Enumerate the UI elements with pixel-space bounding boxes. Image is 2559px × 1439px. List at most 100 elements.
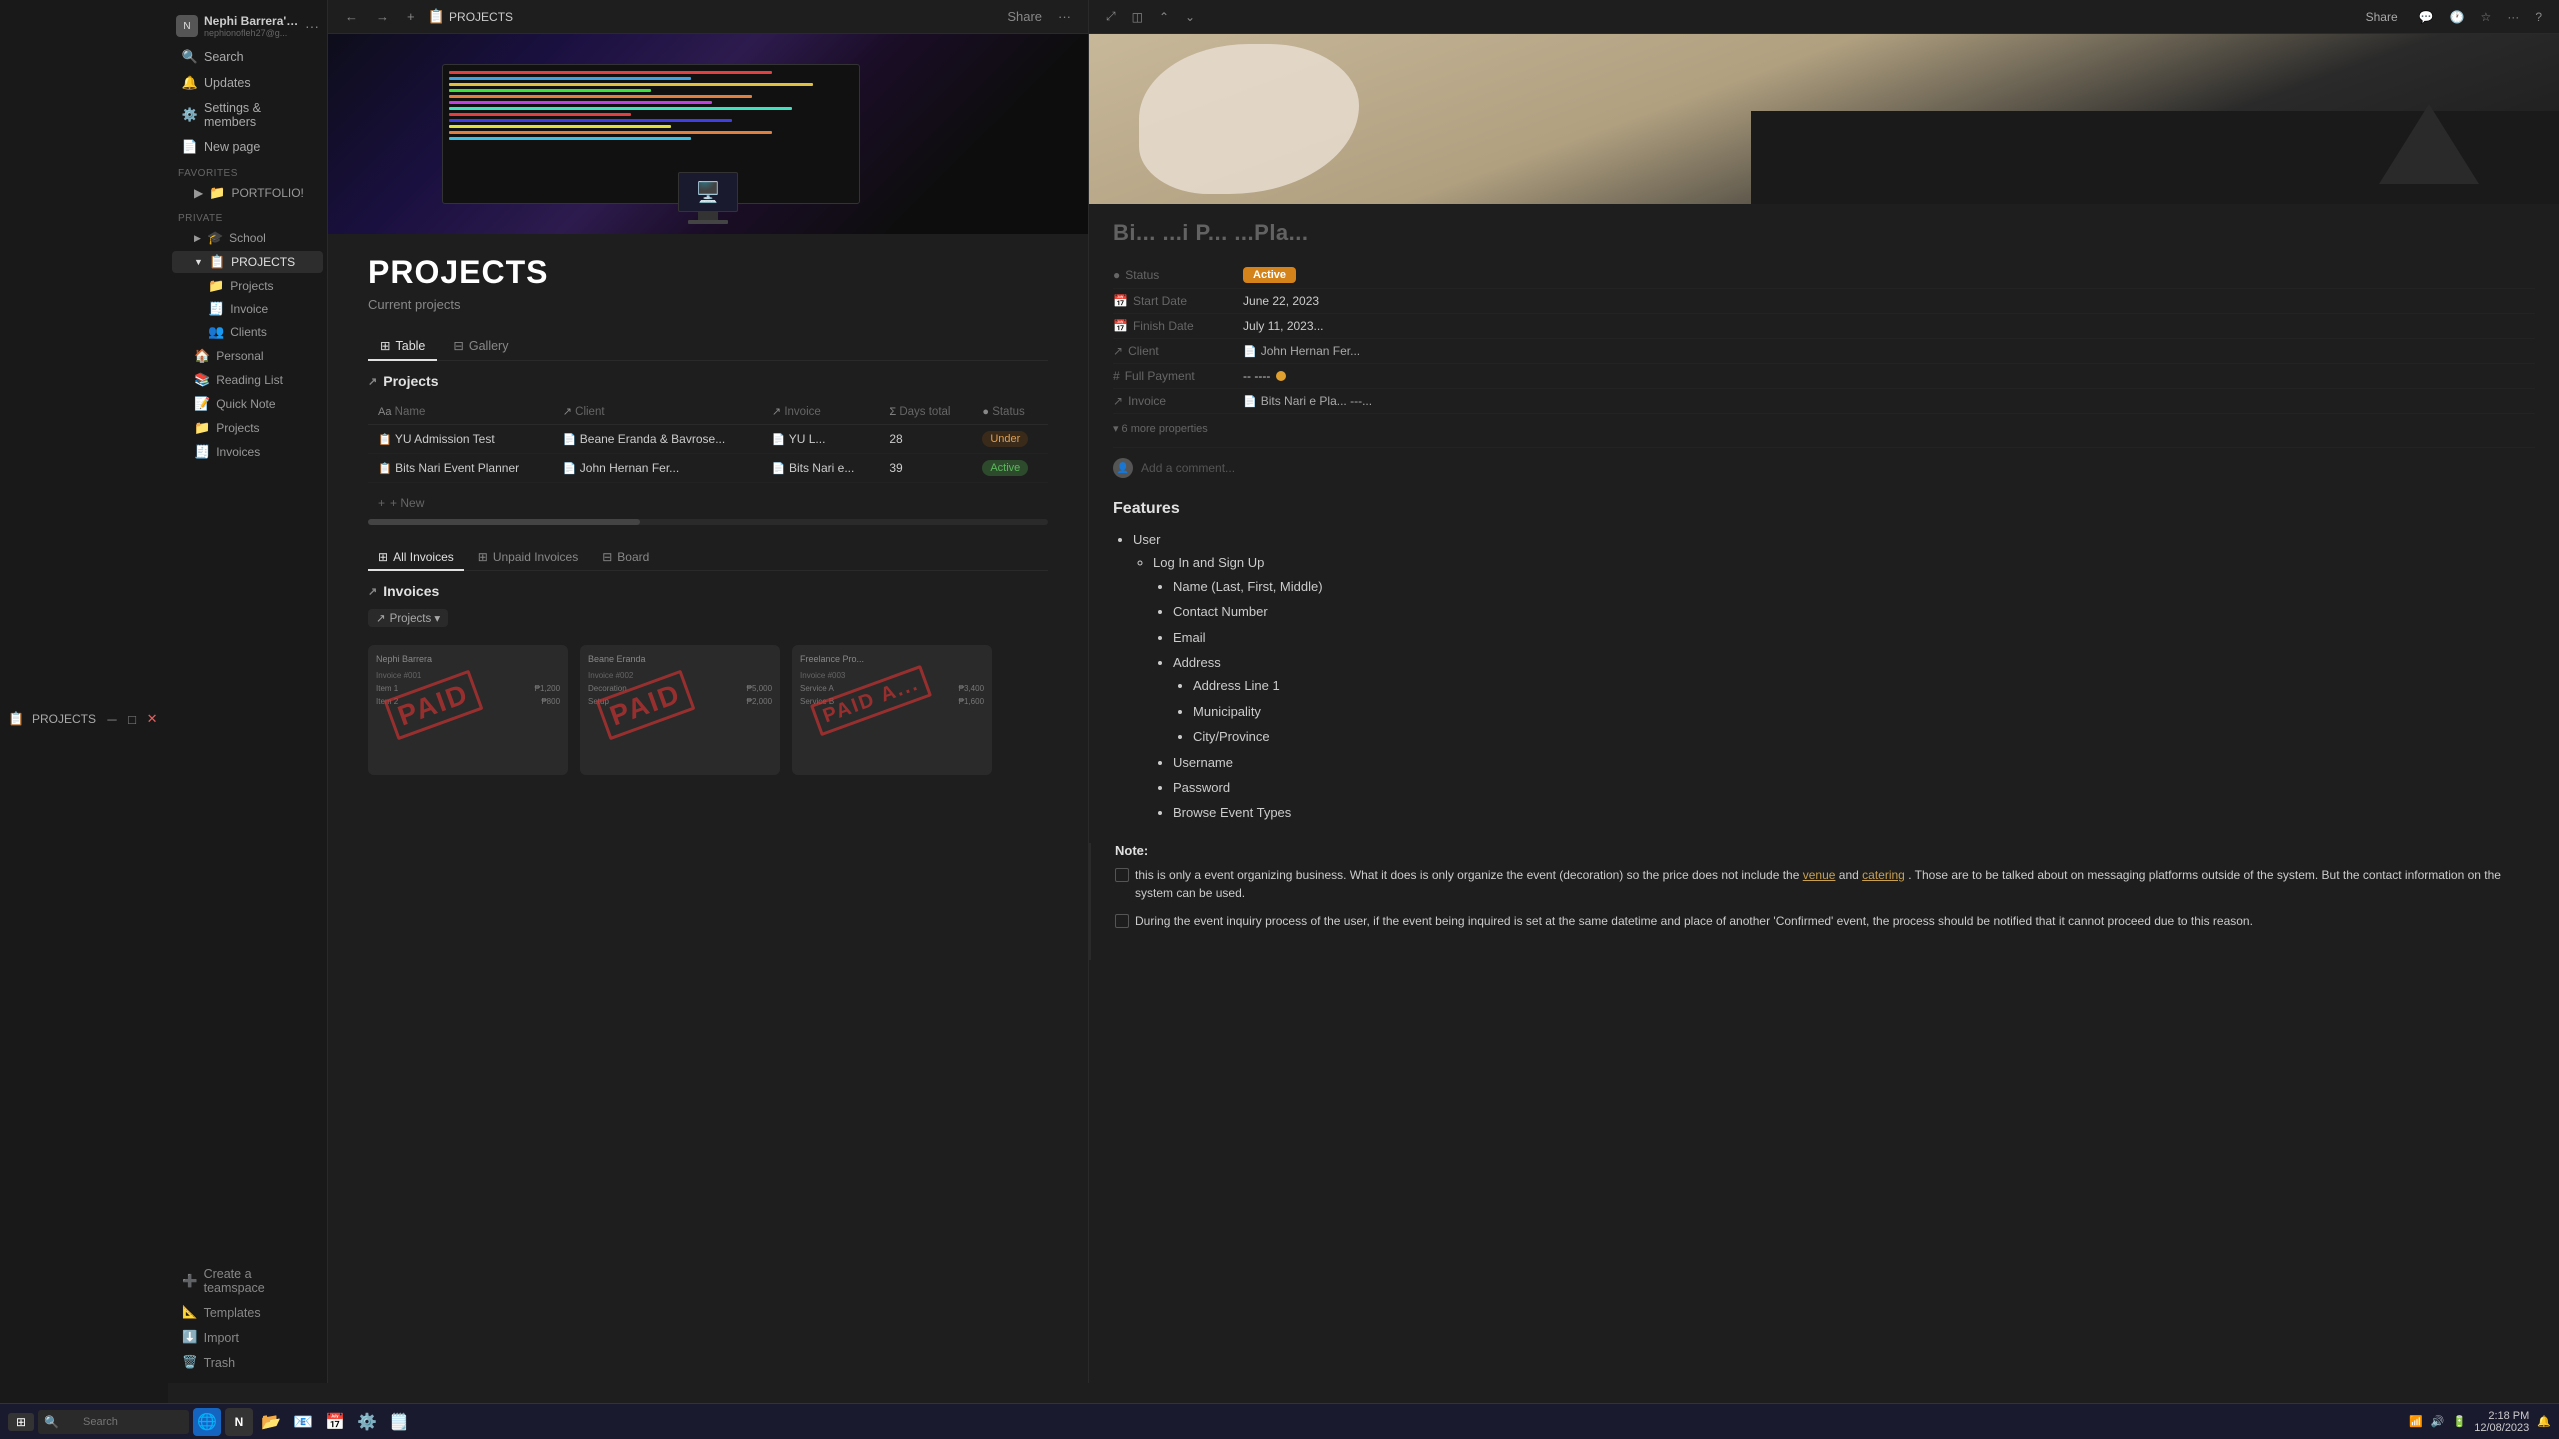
list-item: City/Province [1193, 725, 2535, 748]
property-value-status[interactable]: Active [1243, 267, 1296, 283]
sidebar-item-portfolio[interactable]: ▶ 📁 PORTFOLIO! [172, 182, 323, 204]
col-invoice[interactable]: ↗ Invoice [762, 399, 879, 425]
property-invoice: ↗ Invoice 📄 Bits Nari e Pla... ---... [1113, 389, 2535, 414]
tab-all-invoices[interactable]: ⊞ All Invoices [368, 545, 464, 571]
tab-unpaid-invoices[interactable]: ⊞ Unpaid Invoices [468, 545, 588, 571]
table-scrollbar[interactable] [368, 519, 1048, 525]
taskbar-icon-app1[interactable]: 📂 [257, 1408, 285, 1436]
sidebar-action-templates[interactable]: 📐 Templates [172, 1301, 323, 1324]
link-icon2: ↗ [1113, 394, 1123, 408]
row-status: Active [972, 454, 1048, 483]
table-row[interactable]: 📋 Bits Nari Event Planner 📄 John Hernan … [368, 454, 1048, 483]
sidebar-item-search[interactable]: 🔍 Search [172, 45, 323, 69]
property-start-date: 📅 Start Date June 22, 2023 [1113, 289, 2535, 314]
features-section: Features User Log In and Sign Up Name (L… [1113, 500, 2535, 825]
col-client[interactable]: ↗ Client [553, 399, 762, 425]
sidebar-item-clients[interactable]: 👥 Clients [186, 321, 323, 343]
sidebar-item-quick-note[interactable]: 📝 Quick Note [172, 393, 323, 415]
star-icon[interactable]: ☆ [2476, 7, 2497, 27]
notification-icon[interactable]: 🔔 [2537, 1415, 2551, 1428]
minimize-button[interactable]: ─ [104, 711, 120, 727]
checkbox-2[interactable] [1115, 914, 1129, 928]
taskbar-icon-edge[interactable]: 🌐 [193, 1408, 221, 1436]
sidebar-item-settings[interactable]: ⚙️ Settings & members [172, 97, 323, 133]
question-icon[interactable]: ? [2530, 7, 2547, 27]
sidebar-item-school[interactable]: ▶ 🎓 School [172, 227, 323, 249]
taskbar: ⊞ 🔍 🌐 N 📂 📧 📅 ⚙️ 🗒️ 📶 🔊 🔋 2:18 PM 12/08/… [0, 1403, 2559, 1439]
property-value-payment[interactable]: -- ---- [1243, 369, 1286, 383]
chevron-right-icon: ▶ [194, 233, 201, 244]
taskbar-icon-app4[interactable]: ⚙️ [353, 1408, 381, 1436]
sidebar-action-import[interactable]: ⬇️ Import [172, 1326, 323, 1349]
property-value-finish-date[interactable]: July 11, 2023... [1243, 319, 1324, 333]
new-row-label: + New [390, 496, 424, 510]
sidebar-item-projects2[interactable]: 📁 Projects [172, 417, 323, 439]
table-row[interactable]: 📋 YU Admission Test 📄 Beane Eranda & Bav… [368, 425, 1048, 454]
taskbar-icon-notion[interactable]: N [225, 1408, 253, 1436]
taskbar-icon-app3[interactable]: 📅 [321, 1408, 349, 1436]
feature-sub-list: Log In and Sign Up Name (Last, First, Mi… [1133, 551, 2535, 824]
more-properties-button[interactable]: ▾ 6 more properties [1113, 418, 2535, 439]
filter-chip[interactable]: ↗ Projects ▾ [368, 609, 448, 627]
start-button[interactable]: ⊞ [8, 1413, 34, 1431]
expand-icon[interactable]: ⤢ [1101, 6, 1121, 27]
taskbar-search-input[interactable] [63, 1410, 183, 1434]
more-options-icon[interactable]: ··· [2502, 7, 2524, 27]
new-page-button[interactable]: + [402, 6, 420, 27]
col-status[interactable]: ● Status [972, 399, 1048, 425]
sidebar-item-invoices[interactable]: 🧾 Invoices [172, 441, 323, 463]
invoice-card[interactable]: Freelance Pro... Invoice #003 Service A₱… [792, 645, 992, 775]
comment-area[interactable]: 👤 Add a comment... [1113, 447, 2535, 488]
forward-button[interactable]: → [371, 6, 394, 27]
close-button[interactable]: ✕ [144, 711, 160, 727]
sidebar-toggle-icon[interactable]: ◫ [1127, 7, 1148, 27]
more-button[interactable]: ··· [1053, 6, 1076, 27]
invoice-card[interactable]: Nephi Barrera Invoice #001 Item 1₱1,200 … [368, 645, 568, 775]
catering-link[interactable]: catering [1862, 868, 1905, 882]
sidebar-action-trash[interactable]: 🗑️ Trash [172, 1351, 323, 1374]
sidebar-item-new-page[interactable]: 📄 New page [172, 135, 323, 159]
col-days[interactable]: Σ Days total [879, 399, 972, 425]
chevron-up-icon[interactable]: ⌃ [1154, 7, 1174, 27]
sidebar-action-teamspace[interactable]: ➕ Create a teamspace [172, 1263, 323, 1299]
taskbar-search-box[interactable]: 🔍 [38, 1410, 189, 1434]
tab-board-label: Board [617, 550, 649, 564]
property-value-client[interactable]: 📄 John Hernan Fer... [1243, 344, 1360, 358]
sidebar-label-projects2: Projects [216, 421, 259, 435]
network-icon: 📶 [2409, 1415, 2423, 1428]
tab-board[interactable]: ⊟ Board [592, 545, 659, 571]
share-button[interactable]: Share [1002, 6, 1047, 27]
invoices-section: ⊞ All Invoices ⊞ Unpaid Invoices ⊟ Board… [368, 545, 1048, 775]
venue-link[interactable]: venue [1803, 868, 1836, 882]
invoice-card[interactable]: Beane Eranda Invoice #002 Decoration₱5,0… [580, 645, 780, 775]
property-value-invoice[interactable]: 📄 Bits Nari e Pla... ---... [1243, 394, 1372, 408]
features-title: Features [1113, 500, 2535, 518]
workspace-selector[interactable]: N Nephi Barrera's ... nephionofleh27@g..… [168, 8, 327, 44]
col-name[interactable]: Aa Name [368, 399, 553, 425]
tab-table[interactable]: ⊞ Table [368, 332, 437, 361]
taskbar-icon-app2[interactable]: 📧 [289, 1408, 317, 1436]
clock-icon[interactable]: 🕐 [2445, 7, 2470, 27]
share-button[interactable]: Share [2356, 7, 2408, 27]
maximize-button[interactable]: □ [124, 711, 140, 727]
chevron-down-icon[interactable]: ⌄ [1180, 7, 1200, 27]
new-row-button[interactable]: + + New [368, 491, 1048, 515]
new-page-icon: 📄 [182, 139, 198, 155]
note-item: this is only a event organizing business… [1115, 866, 2535, 902]
sidebar-item-personal[interactable]: 🏠 Personal [172, 345, 323, 367]
checkbox[interactable] [1115, 868, 1129, 882]
sidebar-item-invoice[interactable]: 🧾 Invoice [186, 298, 323, 320]
workspace-email: nephionofleh27@g... [204, 28, 299, 38]
taskbar-icon-app5[interactable]: 🗒️ [385, 1408, 413, 1436]
tab-gallery[interactable]: ⊟ Gallery [441, 332, 520, 361]
sidebar-item-reading-list[interactable]: 📚 Reading List [172, 369, 323, 391]
back-button[interactable]: ← [340, 6, 363, 27]
sidebar-item-updates[interactable]: 🔔 Updates [172, 71, 323, 95]
note-text-2: During the event inquiry process of the … [1135, 912, 2253, 930]
more-props-label: 6 more properties [1122, 423, 1208, 435]
sidebar-label-reading-list: Reading List [216, 373, 283, 387]
sidebar-item-projects-sub[interactable]: 📁 Projects [186, 275, 323, 297]
property-value-start-date[interactable]: June 22, 2023 [1243, 294, 1319, 308]
sidebar-item-projects[interactable]: ▼ 📋 PROJECTS [172, 251, 323, 273]
comment-icon[interactable]: 💬 [2414, 7, 2439, 27]
